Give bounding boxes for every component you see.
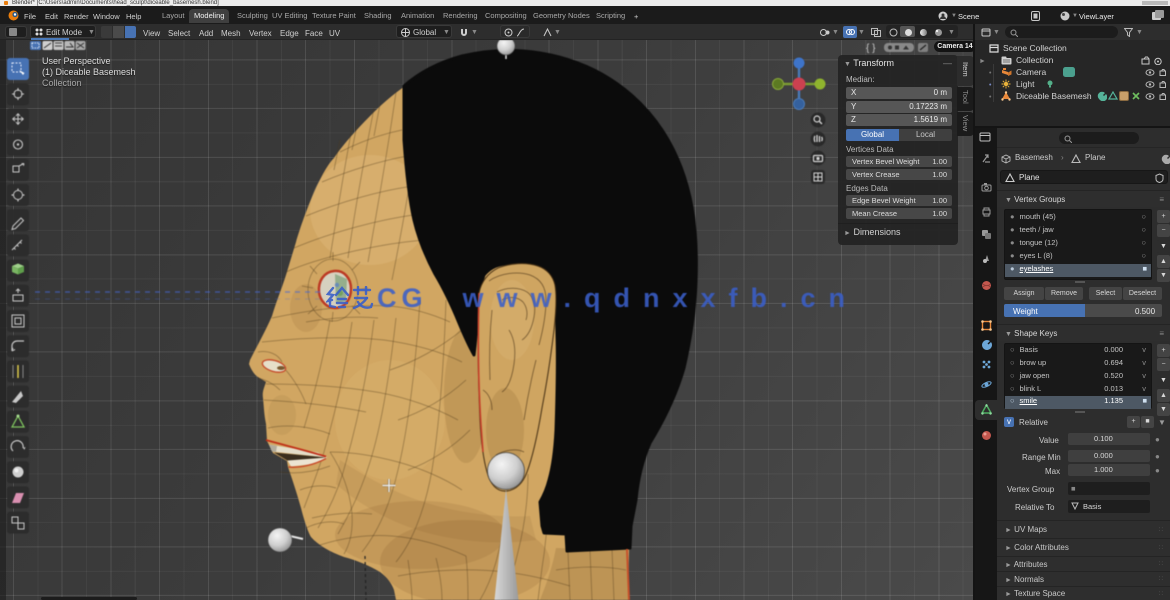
svg-text:{ }: { } — [866, 43, 876, 54]
